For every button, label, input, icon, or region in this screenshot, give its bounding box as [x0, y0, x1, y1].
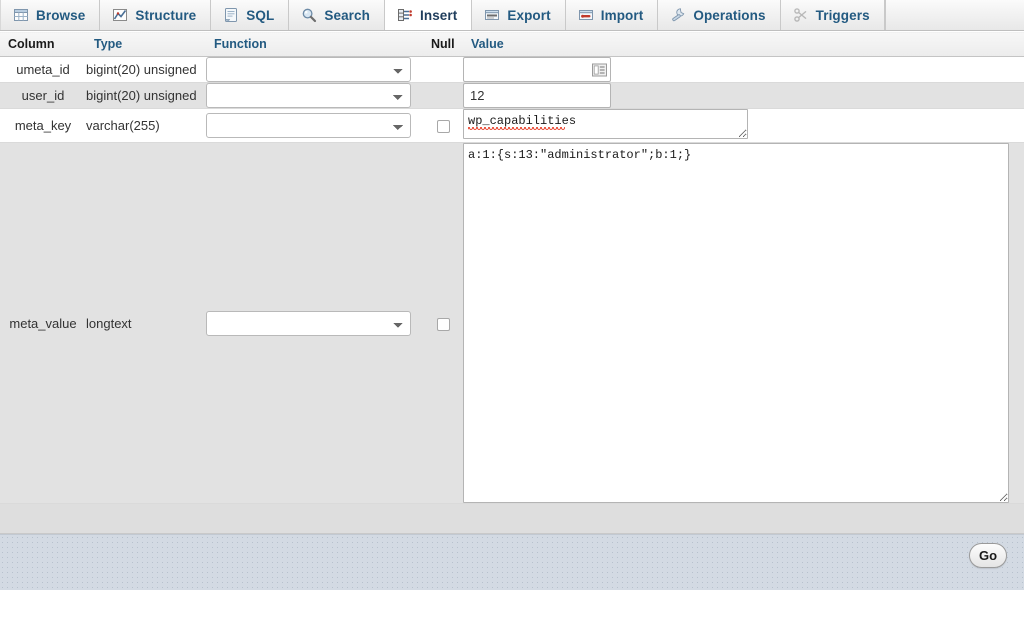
wrench-icon [670, 7, 686, 23]
table-row: meta_key varchar(255) wp_capabilities [0, 109, 1024, 143]
tab-export[interactable]: Export [472, 0, 565, 30]
insert-form-table: Column Type Function Null Value umeta_id… [0, 31, 1024, 504]
insert-row-icon [397, 7, 413, 23]
table-row: meta_value longtext a:1:{s:13:"administr… [0, 143, 1024, 504]
tab-label: Operations [693, 8, 765, 23]
value-input-user-id[interactable] [463, 83, 611, 108]
value-input-umeta-id[interactable] [463, 57, 611, 82]
row-null-cell [423, 109, 463, 143]
tab-search[interactable]: Search [289, 0, 385, 30]
row-column-type: bigint(20) unsigned [86, 57, 206, 83]
form-bottom-spacer [0, 504, 1024, 534]
header-function[interactable]: Function [206, 32, 423, 57]
null-checkbox-meta-key[interactable] [437, 120, 450, 133]
row-column-type: bigint(20) unsigned [86, 83, 206, 109]
tab-label: Insert [420, 8, 457, 23]
function-select-user-id[interactable] [206, 83, 411, 108]
function-select-meta-value[interactable] [206, 311, 411, 336]
tab-label: Export [507, 8, 550, 23]
row-value-cell: a:1:{s:13:"administrator";b:1;} [463, 143, 1024, 504]
browse-table-icon [13, 7, 29, 23]
tab-label: Triggers [816, 8, 870, 23]
tab-label: Structure [135, 8, 196, 23]
go-button[interactable]: Go [969, 543, 1007, 568]
header-column: Column [0, 32, 86, 57]
row-function-cell [206, 109, 423, 143]
function-select-umeta-id[interactable] [206, 57, 411, 82]
value-textarea-meta-key[interactable]: wp_capabilities [463, 109, 748, 139]
tab-bar-filler [885, 0, 1024, 30]
function-select-meta-key[interactable] [206, 113, 411, 138]
value-field-wrapper-meta-key: wp_capabilities [463, 109, 748, 139]
row-value-cell [463, 57, 1024, 83]
row-column-type: varchar(255) [86, 109, 206, 143]
tab-import[interactable]: Import [566, 0, 659, 30]
export-icon [484, 7, 500, 23]
tab-insert[interactable]: Insert [384, 0, 472, 30]
header-null: Null [423, 32, 463, 57]
import-icon [578, 7, 594, 23]
tab-structure[interactable]: Structure [100, 0, 211, 30]
tab-label: Browse [36, 8, 85, 23]
tab-label: Search [324, 8, 370, 23]
tab-label: SQL [246, 8, 274, 23]
form-footer: Go [0, 534, 1024, 590]
row-function-cell [206, 83, 423, 109]
row-null-cell [423, 143, 463, 504]
table-tab-bar: Browse Structure SQL [0, 0, 1024, 31]
row-column-name: meta_key [0, 109, 86, 143]
row-null-cell [423, 57, 463, 83]
table-row: user_id bigint(20) unsigned [0, 83, 1024, 109]
table-header-row: Column Type Function Null Value [0, 32, 1024, 57]
tab-sql[interactable]: SQL [211, 0, 289, 30]
tab-browse[interactable]: Browse [0, 0, 100, 30]
tab-operations[interactable]: Operations [658, 0, 780, 30]
sql-window-icon [223, 7, 239, 23]
tab-label: Import [601, 8, 644, 23]
row-column-type: longtext [86, 143, 206, 504]
row-value-cell [463, 83, 1024, 109]
triggers-icon [793, 7, 809, 23]
row-function-cell [206, 57, 423, 83]
value-textarea-meta-value[interactable]: a:1:{s:13:"administrator";b:1;} [463, 143, 1009, 503]
magnifier-icon [301, 7, 317, 23]
row-column-name: umeta_id [0, 57, 86, 83]
null-checkbox-meta-value[interactable] [437, 318, 450, 331]
browse-foreign-values-icon[interactable] [592, 63, 607, 76]
row-column-name: user_id [0, 83, 86, 109]
value-field-wrapper-umeta-id [463, 57, 611, 82]
row-column-name: meta_value [0, 143, 86, 504]
header-value[interactable]: Value [463, 32, 1024, 57]
row-null-cell [423, 83, 463, 109]
structure-icon [112, 7, 128, 23]
row-function-cell [206, 143, 423, 504]
row-value-cell: wp_capabilities [463, 109, 1024, 143]
tab-triggers[interactable]: Triggers [781, 0, 885, 30]
table-row: umeta_id bigint(20) unsigned [0, 57, 1024, 83]
header-type[interactable]: Type [86, 32, 206, 57]
